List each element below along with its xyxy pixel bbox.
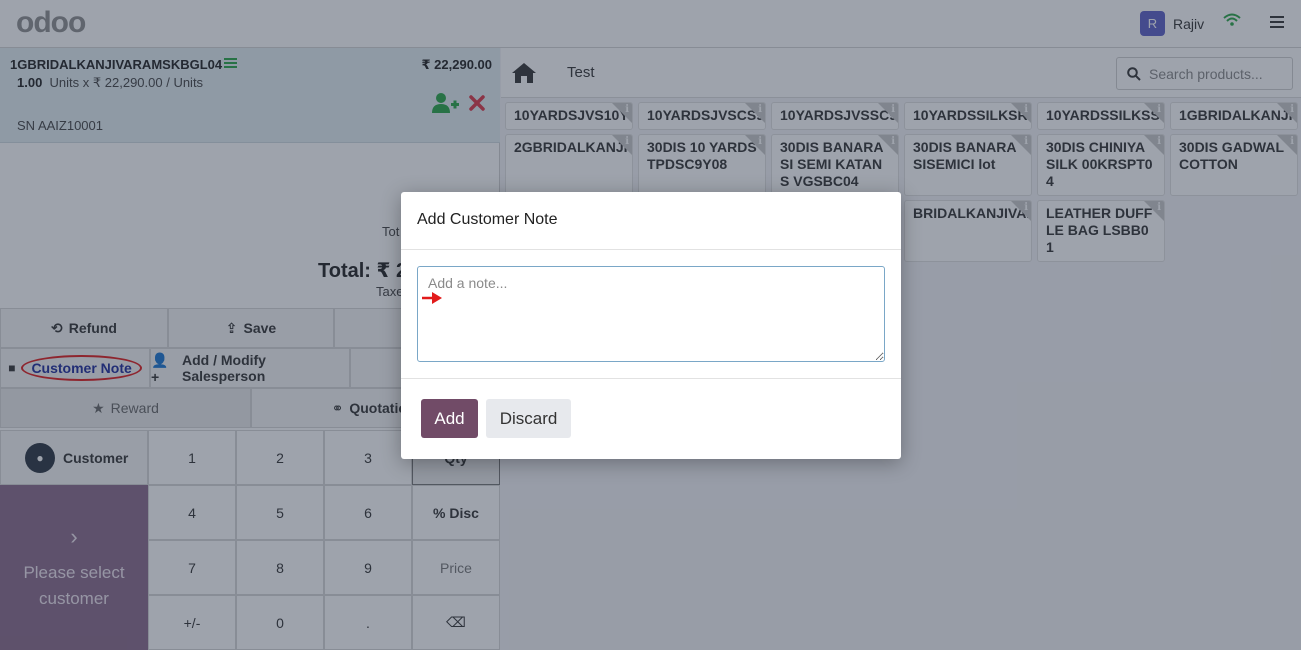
customer-note-dialog: Add Customer Note Add Discard [401, 192, 901, 459]
dialog-title: Add Customer Note [417, 211, 558, 228]
note-textarea[interactable] [417, 266, 885, 362]
add-button[interactable]: Add [421, 399, 478, 438]
divider [401, 378, 901, 379]
arrow-right-icon [422, 292, 442, 304]
discard-button[interactable]: Discard [486, 399, 571, 438]
divider [401, 249, 901, 250]
